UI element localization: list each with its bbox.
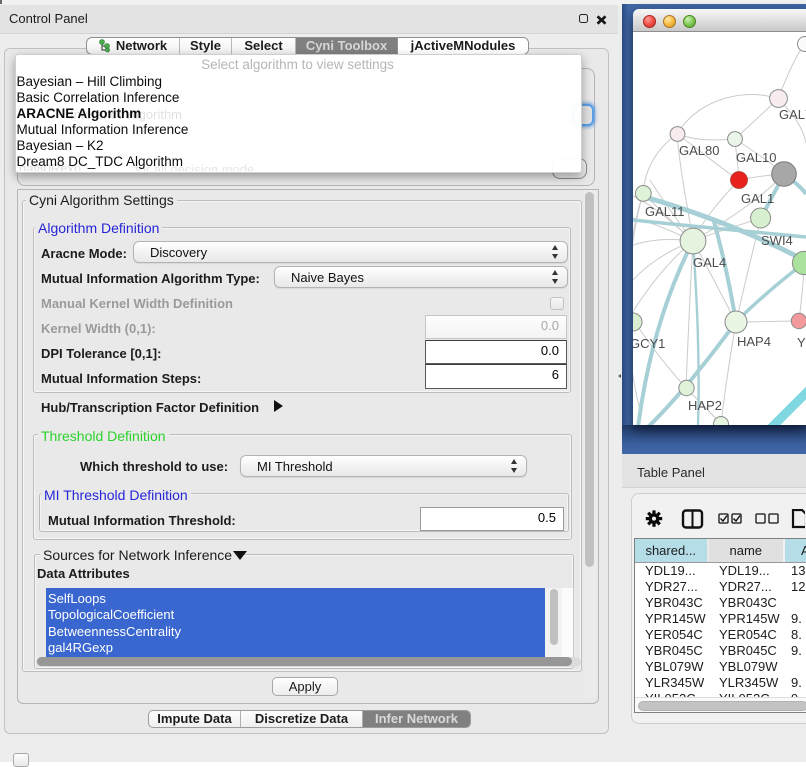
svg-text:GAL4: GAL4 (693, 255, 726, 270)
svg-text:GAL1: GAL1 (741, 191, 774, 206)
svg-text:GCY1: GCY1 (633, 336, 665, 351)
svg-text:GAL7: GAL7 (779, 107, 806, 122)
svg-text:HAP4: HAP4 (737, 334, 771, 349)
svg-text:GAL10: GAL10 (736, 150, 776, 165)
svg-text:Y: Y (797, 335, 806, 350)
svg-text:HAP2: HAP2 (688, 398, 722, 413)
svg-text:GAL80: GAL80 (679, 143, 719, 158)
svg-text:GAL11: GAL11 (645, 204, 685, 219)
svg-text:SWI4: SWI4 (761, 233, 793, 248)
